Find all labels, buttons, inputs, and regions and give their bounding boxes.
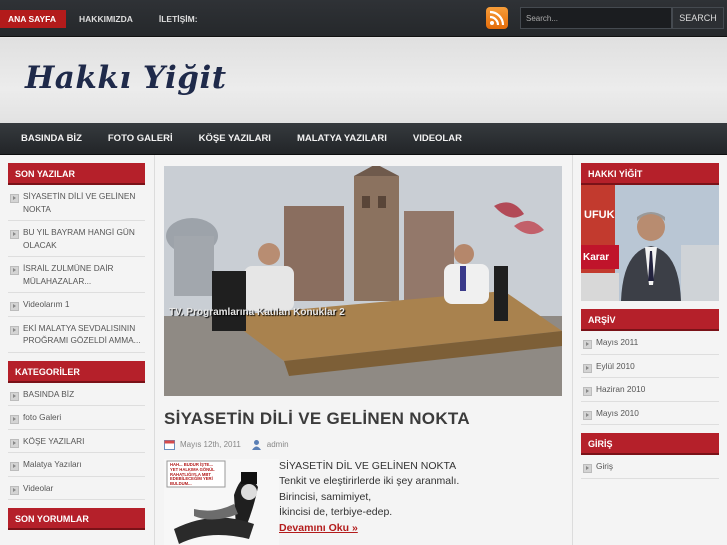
list-item[interactable]: BASINDA BİZ <box>8 383 145 406</box>
archive-link[interactable]: Mayıs 2011 <box>596 337 638 347</box>
top-nav: ANA SAYFA HAKKIMIZDA İLETİŞİM: <box>0 10 211 28</box>
archive-link[interactable]: Eylül 2010 <box>596 361 635 371</box>
search-input[interactable] <box>520 7 672 29</box>
widget-title: ARŞİV <box>581 309 719 331</box>
recent-post-link[interactable]: EKİ MALATYA SEVDALISININ PROĞRAMI GÖZELD… <box>23 323 141 346</box>
top-bar: ANA SAYFA HAKKIMIZDA İLETİŞİM: SEARCH <box>0 0 727 37</box>
category-link[interactable]: BASINDA BİZ <box>23 389 74 399</box>
category-link[interactable]: KÖŞE YAZILARI <box>23 436 84 446</box>
archive-widget: ARŞİV Mayıs 2011 Eylül 2010 Haziran 2010… <box>581 309 719 425</box>
right-divider <box>572 155 573 545</box>
photo-sign-ufuk: UFUK <box>584 209 615 221</box>
list-item[interactable]: foto Galeri <box>8 406 145 430</box>
post-line: İkincisi de, terbiye-edep. <box>279 506 393 519</box>
widget-title: GİRİŞ <box>581 433 719 455</box>
left-sidebar: SON YAZILAR SİYASETİN DİLİ VE GELİNEN NO… <box>8 163 145 538</box>
list-item[interactable]: KÖŞE YAZILARI <box>8 430 145 453</box>
widget-title: SON YAZILAR <box>8 163 145 185</box>
slider-image <box>164 166 562 396</box>
post-text: SİYASETİN DİL VE GELİNEN NOKTA Tenkit ve… <box>279 459 459 536</box>
left-divider <box>154 155 155 545</box>
user-icon <box>251 439 261 450</box>
widget-title: KATEGORİLER <box>8 360 145 383</box>
read-more-link[interactable]: Devamını Oku » <box>279 522 358 534</box>
calendar-icon <box>164 439 175 450</box>
site-title[interactable]: Hakkı Yiğit <box>25 60 227 96</box>
recent-posts-widget: SON YAZILAR SİYASETİN DİLİ VE GELİNEN NO… <box>8 163 145 353</box>
list-item[interactable]: SİYASETİN DİLİ VE GELİNEN NOKTA <box>8 185 145 221</box>
topnav-home-link[interactable]: ANA SAYFA <box>0 10 67 28</box>
main-column: TV. Programlarına Katılan Konuklar 2 SİY… <box>164 166 562 545</box>
topnav-contact-link[interactable]: İLETİŞİM: <box>146 10 211 28</box>
mainnav-videos-link[interactable]: VIDEOLAR <box>400 123 475 154</box>
archive-link[interactable]: Mayıs 2010 <box>596 408 639 418</box>
post-author[interactable]: admin <box>267 440 289 449</box>
right-sidebar: HAKKI YİĞİT UFUK Karar ARŞİV Mayıs 2011 … <box>581 163 719 487</box>
category-link[interactable]: foto Galeri <box>23 412 61 422</box>
list-item[interactable]: Videolarım 1 <box>8 293 145 317</box>
categories-widget: KATEGORİLER BASINDA BİZ foto Galeri KÖŞE… <box>8 360 145 500</box>
list-item[interactable]: BU YIL BAYRAM HANGİ GÜN OLACAK <box>8 221 145 257</box>
mainnav-malatya-link[interactable]: MALATYA YAZILARI <box>284 123 400 154</box>
featured-slider[interactable]: TV. Programlarına Katılan Konuklar 2 <box>164 166 562 396</box>
list-item[interactable]: Mayıs 2011 <box>581 331 719 355</box>
post-meta: Mayıs 12th, 2011 admin <box>164 437 562 451</box>
list-item[interactable]: Videolar <box>8 477 145 500</box>
login-widget: GİRİŞ Giriş <box>581 433 719 479</box>
category-link[interactable]: Malatya Yazıları <box>23 459 82 469</box>
site-header: Hakkı Yiğit <box>0 38 727 123</box>
content-area: SON YAZILAR SİYASETİN DİLİ VE GELİNEN NO… <box>0 155 727 545</box>
mainnav-press-link[interactable]: BASINDA BİZ <box>8 123 95 154</box>
login-link[interactable]: Giriş <box>596 461 613 471</box>
post-title[interactable]: SİYASETİN DİLİ VE GELİNEN NOKTA <box>164 409 562 429</box>
photo-sign-karar: Karar <box>583 252 610 263</box>
widget-title: HAKKI YİĞİT <box>581 163 719 185</box>
thumb-caption: HAH... BUDUR İŞTE... YET HALKIMA GÖNÜL R… <box>170 462 215 487</box>
recent-post-link[interactable]: İSRAİL ZULMÜNE DAİR MÜLAHAZALAR... <box>23 263 114 286</box>
recent-post-link[interactable]: SİYASETİN DİLİ VE GELİNEN NOKTA <box>23 191 135 214</box>
profile-widget: HAKKI YİĞİT UFUK Karar <box>581 163 719 301</box>
widget-title: SON YORUMLAR <box>8 508 145 530</box>
profile-photo[interactable]: UFUK Karar <box>581 185 719 301</box>
post-line: Birincisi, samimiyet, <box>279 490 372 503</box>
recent-comments-widget: SON YORUMLAR <box>8 508 145 530</box>
post-line: SİYASETİN DİL VE GELİNEN NOKTA <box>279 460 457 472</box>
list-item[interactable]: Mayıs 2010 <box>581 402 719 425</box>
recent-post-link[interactable]: BU YIL BAYRAM HANGİ GÜN OLACAK <box>23 227 135 250</box>
topnav-about-link[interactable]: HAKKIMIZDA <box>66 10 146 28</box>
rss-icon[interactable] <box>486 7 508 29</box>
list-item[interactable]: EKİ MALATYA SEVDALISININ PROĞRAMI GÖZELD… <box>8 317 145 353</box>
slider-caption[interactable]: TV. Programlarına Katılan Konuklar 2 <box>169 307 345 318</box>
recent-post-link[interactable]: Videolarım 1 <box>23 299 69 309</box>
list-item[interactable]: Haziran 2010 <box>581 378 719 402</box>
list-item[interactable]: Giriş <box>581 455 719 479</box>
search-button[interactable]: SEARCH <box>672 7 724 29</box>
post-date: Mayıs 12th, 2011 <box>180 439 241 449</box>
post-thumbnail[interactable]: HAH... BUDUR İŞTE... YET HALKIMA GÖNÜL R… <box>164 459 279 545</box>
main-nav: BASINDA BİZ FOTO GALERİ KÖŞE YAZILARI MA… <box>0 123 727 155</box>
post-line: Tenkit ve eleştirirlerde iki şey aranmal… <box>279 475 460 488</box>
list-item[interactable]: Malatya Yazıları <box>8 453 145 477</box>
archive-link[interactable]: Haziran 2010 <box>596 384 645 394</box>
mainnav-gallery-link[interactable]: FOTO GALERİ <box>95 123 186 154</box>
mainnav-columns-link[interactable]: KÖŞE YAZILARI <box>186 123 284 154</box>
category-link[interactable]: Videolar <box>23 483 53 493</box>
post-excerpt: HAH... BUDUR İŞTE... YET HALKIMA GÖNÜL R… <box>164 456 562 545</box>
list-item[interactable]: İSRAİL ZULMÜNE DAİR MÜLAHAZALAR... <box>8 257 145 293</box>
list-item[interactable]: Eylül 2010 <box>581 355 719 378</box>
